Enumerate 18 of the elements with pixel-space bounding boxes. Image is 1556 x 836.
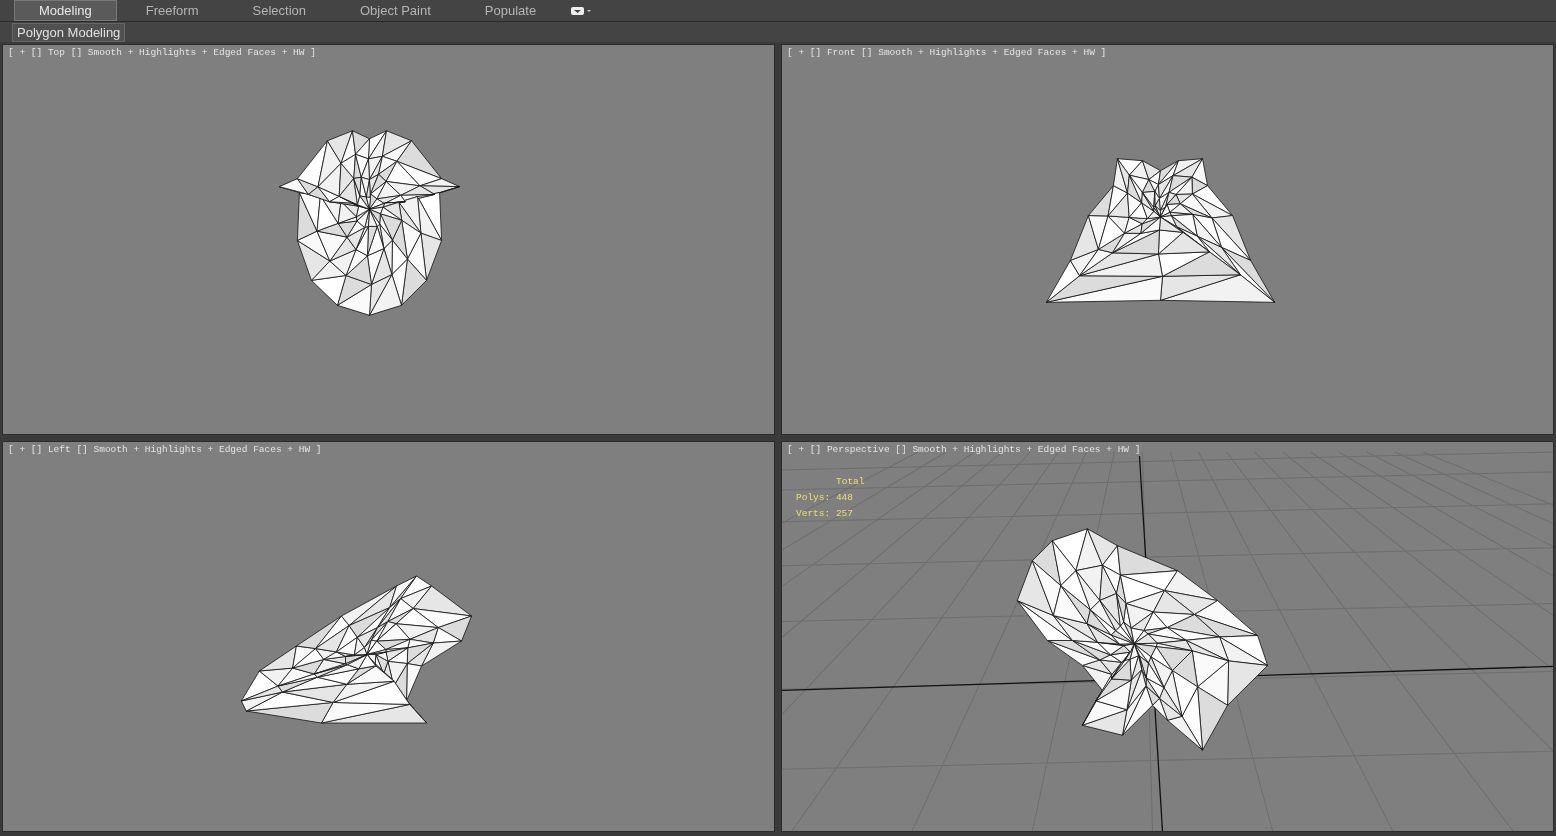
stats-title: Total bbox=[835, 475, 865, 489]
menu-caret-icon bbox=[571, 5, 592, 16]
viewport[interactable]: [ + [] Front [] Smooth + Highlights + Edged Faces + HW ] bbox=[781, 44, 1554, 435]
ribbon-tab[interactable]: Object Paint bbox=[335, 0, 456, 21]
viewport-label[interactable]: [ + [] Top [] Smooth + Highlights + Edged Faces + HW ] bbox=[8, 47, 316, 58]
ribbon-tab[interactable]: Modeling bbox=[14, 0, 117, 21]
viewport-label[interactable]: [ + [] Left [] Smooth + Highlights + Edged Faces + HW ] bbox=[8, 444, 322, 455]
stats-line: Polys: 448 bbox=[796, 491, 854, 505]
ribbon-tab[interactable]: Selection bbox=[227, 0, 331, 21]
ribbon-tab[interactable]: Populate bbox=[459, 0, 562, 21]
stats-line: Verts: 257 bbox=[796, 507, 854, 521]
viewport-label[interactable]: [ + [] Perspective [] Smooth + Highlights + Edged Faces + HW ] bbox=[787, 444, 1141, 455]
viewport[interactable]: [ + [] Perspective [] Smooth + Highlights + Edged Faces + HW ] Total Polys: 448 Verts: 257 bbox=[781, 441, 1554, 832]
ribbon-panel-label[interactable]: Polygon Modeling bbox=[12, 22, 126, 42]
viewport[interactable]: [ + [] Top [] Smooth + Highlights + Edged Faces + HW ] bbox=[2, 44, 775, 435]
ribbon-tab[interactable]: Freeform bbox=[120, 0, 224, 21]
viewport[interactable]: [ + [] Left [] Smooth + Highlights + Edged Faces + HW ] bbox=[2, 441, 775, 832]
viewport-label[interactable]: [ + [] Front [] Smooth + Highlights + Edged Faces + HW ] bbox=[787, 47, 1107, 58]
